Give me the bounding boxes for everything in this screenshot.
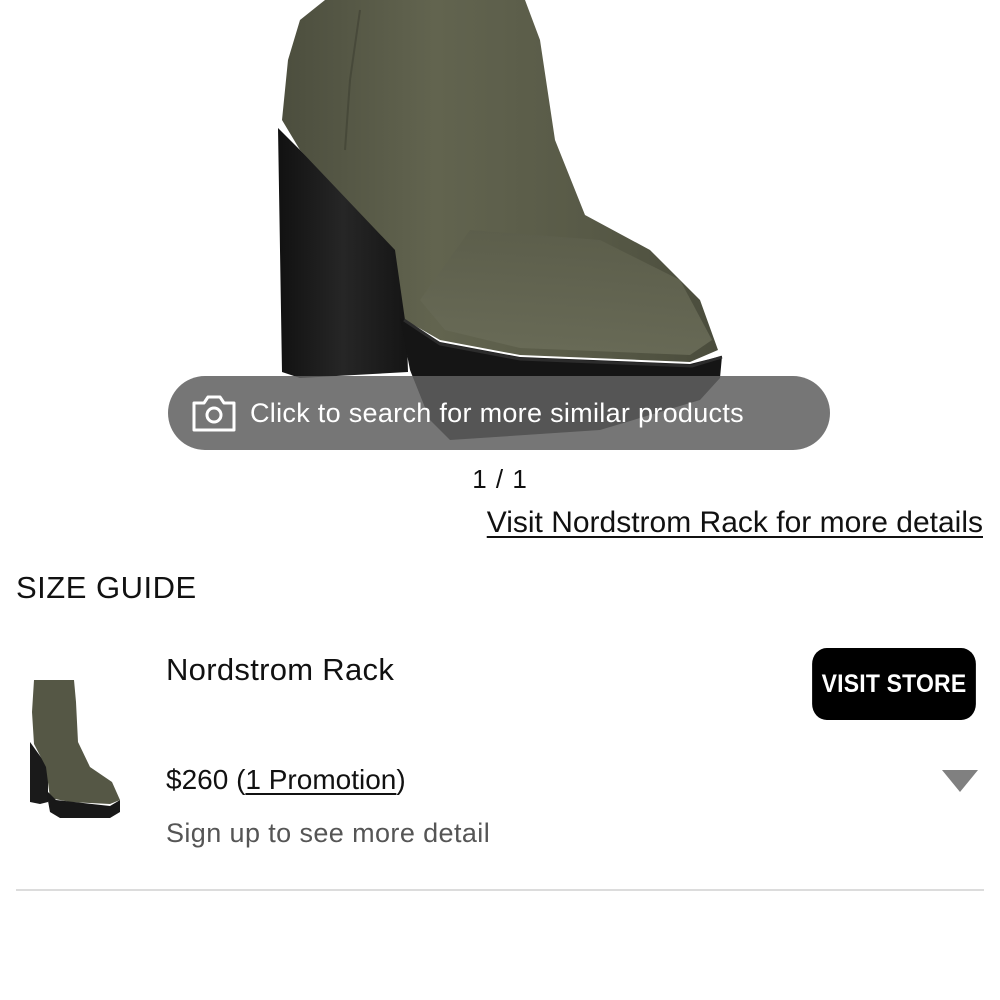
product-detail-page: Click to search for more similar product… [0, 0, 1000, 1000]
triangle-down-icon[interactable] [942, 770, 978, 794]
promotion-link[interactable]: 1 Promotion [245, 764, 396, 795]
price-row: $260 (1 Promotion) [166, 764, 406, 796]
promo-open-paren: ( [236, 764, 246, 795]
price: $260 [166, 764, 229, 795]
signup-prompt[interactable]: Sign up to see more detail [166, 818, 490, 849]
store-name: Nordstrom Rack [166, 652, 395, 687]
visual-search-label: Click to search for more similar product… [250, 397, 744, 428]
camera-icon [190, 392, 238, 434]
store-product-thumbnail [20, 672, 130, 832]
visit-store-button[interactable]: VISIT STORE [812, 648, 976, 720]
image-counter: 1 / 1 [472, 464, 528, 494]
divider [16, 889, 984, 891]
promo-close-paren: ) [396, 764, 406, 795]
size-guide-link[interactable]: SIZE GUIDE [16, 570, 197, 606]
visit-retailer-link[interactable]: Visit Nordstrom Rack for more details [487, 506, 983, 540]
visual-search-button[interactable]: Click to search for more similar product… [168, 376, 830, 450]
